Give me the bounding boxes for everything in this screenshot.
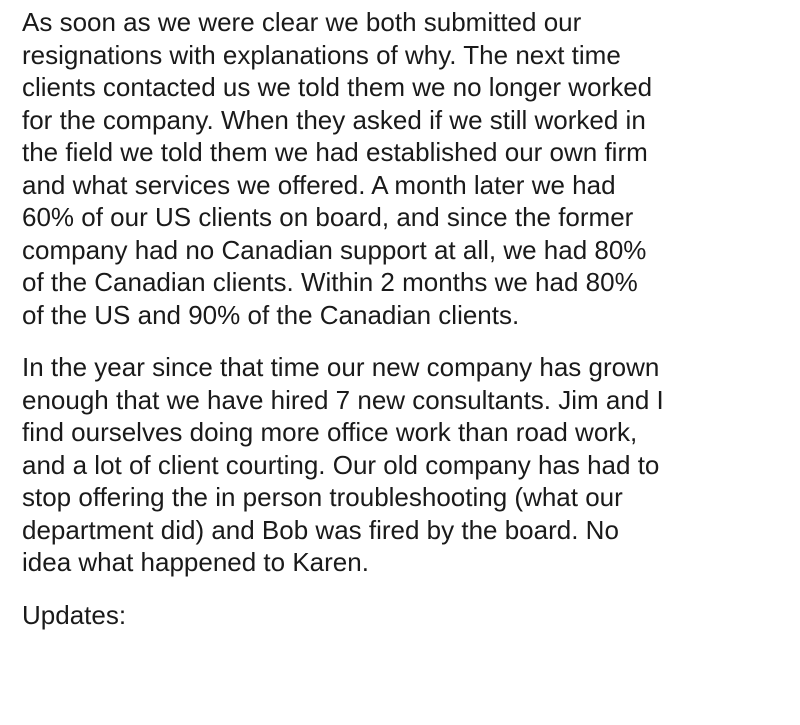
text-line: company had no Canadian support at all, … xyxy=(22,234,647,265)
text-line: find ourselves doing more office work th… xyxy=(22,417,638,447)
text-line: the field we told them we had establishe… xyxy=(22,137,648,167)
text-line: 60% of our US clients on board, and sinc… xyxy=(22,202,634,232)
text-line: department did) and Bob was fired by the… xyxy=(22,514,619,545)
text-line: of the US and 90% of the Canadian client… xyxy=(22,299,520,330)
text-line: enough that we have hired 7 new consulta… xyxy=(22,384,664,415)
text-line: idea what happened to Karen. xyxy=(22,547,369,577)
text-line: of the Canadian clients. Within 2 months… xyxy=(22,267,638,297)
text-line: In the year since that time our new comp… xyxy=(22,352,660,382)
text-line: clients contacted us we told them we no … xyxy=(22,72,653,102)
text-line: resignations with explanations of why. T… xyxy=(22,39,621,70)
post-body: As soon as we were clear we both submitt… xyxy=(22,6,792,631)
text-line: and a lot of client courting. Our old co… xyxy=(22,449,660,480)
paragraph-updates: Updates: xyxy=(22,599,792,632)
updates-heading: Updates: xyxy=(22,599,127,630)
text-line: for the company. When they asked if we s… xyxy=(22,104,646,135)
paragraph-resignation: As soon as we were clear we both submitt… xyxy=(22,6,792,331)
text-line: As soon as we were clear we both submitt… xyxy=(22,7,582,37)
text-line: stop offering the in person troubleshoot… xyxy=(22,482,623,512)
text-line: and what services we offered. A month la… xyxy=(22,169,616,200)
paragraph-new-company: In the year since that time our new comp… xyxy=(22,351,792,579)
